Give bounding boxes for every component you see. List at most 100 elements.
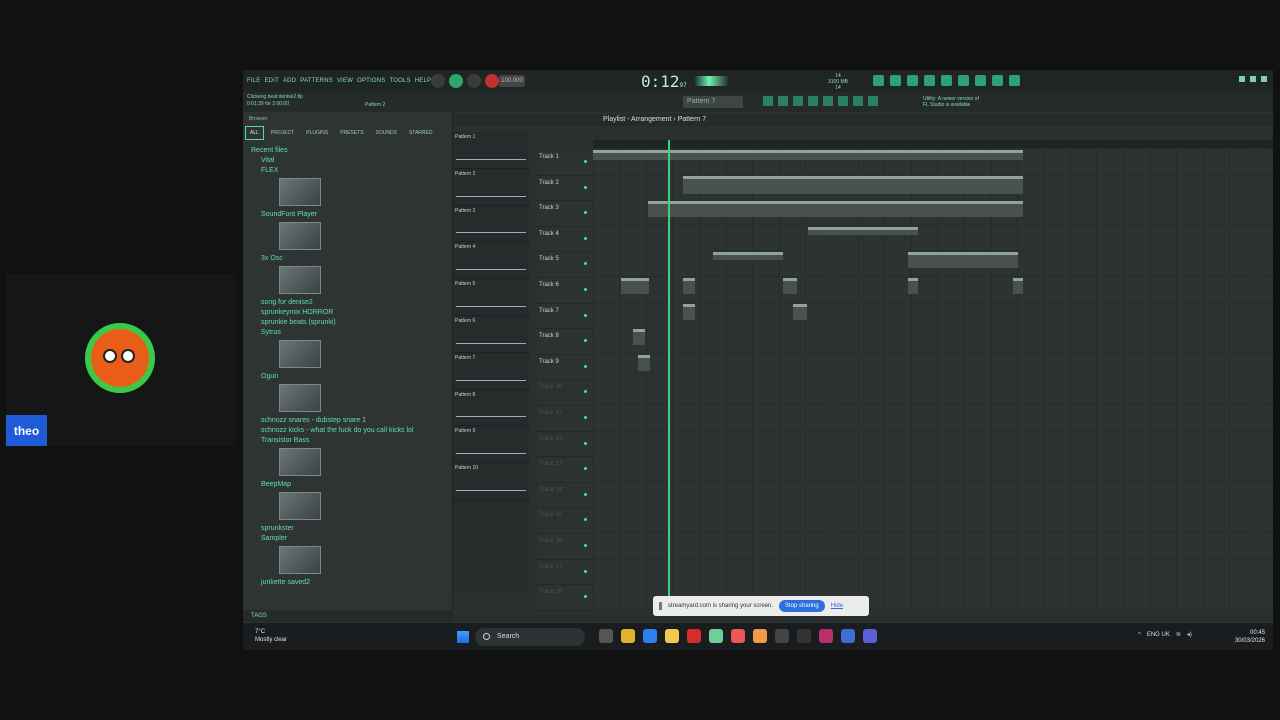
- menu-item-help[interactable]: HELP: [415, 78, 431, 84]
- browser-item[interactable]: SoundFont Player: [251, 210, 446, 220]
- pattern-slot[interactable]: Pattern 6: [453, 316, 529, 353]
- notes-icon[interactable]: [841, 629, 855, 643]
- play-button[interactable]: [449, 74, 463, 88]
- minimize-icon[interactable]: [1239, 76, 1245, 82]
- pattern-slot[interactable]: Pattern 4: [453, 242, 529, 280]
- browser-item[interactable]: Transistor Bass: [251, 436, 446, 446]
- track-mute-dot[interactable]: [584, 236, 587, 240]
- channel-rack-icon[interactable]: [793, 96, 803, 106]
- taskbar-search[interactable]: Search: [475, 628, 585, 646]
- track-header[interactable]: Track 3: [537, 201, 593, 227]
- pattern-slot[interactable]: Pattern 9: [453, 426, 529, 464]
- track-header[interactable]: Track 5: [537, 252, 593, 278]
- track-mute-dot[interactable]: [584, 185, 587, 189]
- pattern-clip[interactable]: [638, 354, 650, 371]
- track-mute-dot[interactable]: [584, 492, 587, 496]
- pattern-clip[interactable]: [683, 278, 695, 294]
- playlist-icon[interactable]: [763, 96, 773, 106]
- menu-item-view[interactable]: VIEW: [337, 78, 353, 84]
- track-mute-dot[interactable]: [584, 364, 587, 368]
- playhead[interactable]: [668, 140, 670, 610]
- menu-item-options[interactable]: OPTIONS: [357, 78, 385, 84]
- help-icon[interactable]: [907, 75, 918, 86]
- browser-item[interactable]: Sytrus: [251, 328, 446, 338]
- pattern-clip[interactable]: [1013, 278, 1023, 294]
- track-mute-dot[interactable]: [584, 415, 587, 419]
- mic-icon[interactable]: [924, 75, 935, 86]
- browser-item[interactable]: sprunkster: [251, 524, 446, 534]
- pattern-clip[interactable]: [908, 252, 1018, 269]
- menu-item-tools[interactable]: TOOLS: [390, 78, 411, 84]
- browser-item[interactable]: schnozz kicks - what the fuck do you cal…: [251, 426, 446, 436]
- wifi-icon[interactable]: ≋: [1176, 631, 1181, 638]
- tools-icon[interactable]: [868, 96, 878, 106]
- lang-indicator[interactable]: ENG UK: [1147, 632, 1170, 638]
- save-icon[interactable]: [958, 75, 969, 86]
- tempo-display[interactable]: 100.000: [499, 75, 525, 87]
- pattern-selector[interactable]: Pattern 7: [683, 96, 743, 108]
- track-header[interactable]: Track 6: [537, 278, 593, 304]
- fl-studio-icon[interactable]: [709, 629, 723, 643]
- track-header[interactable]: Track 13: [537, 457, 593, 483]
- browser-item[interactable]: Recent files: [251, 146, 446, 156]
- track-header[interactable]: Track 14: [537, 483, 593, 509]
- edge-icon[interactable]: [643, 629, 657, 643]
- menu-item-edit[interactable]: EDIT: [264, 78, 278, 84]
- browser-tab-starred[interactable]: STARRED: [404, 126, 438, 140]
- track-mute-dot[interactable]: [584, 211, 587, 215]
- stop-button[interactable]: [467, 74, 481, 88]
- track-mute-dot[interactable]: [584, 441, 587, 445]
- taskbar-clock[interactable]: 00:45 30/03/2026: [1225, 629, 1265, 645]
- track-mute-dot[interactable]: [584, 262, 587, 266]
- record-button[interactable]: [485, 74, 499, 88]
- info-icon[interactable]: [941, 75, 952, 86]
- file-explorer-icon[interactable]: [665, 629, 679, 643]
- browser-item[interactable]: schnozz snares - dubstep snare 1: [251, 416, 446, 426]
- timeline-ruler[interactable]: [593, 140, 1273, 148]
- browser-tab-project[interactable]: PROJECT: [266, 126, 299, 140]
- pattern-slot[interactable]: Pattern 2: [453, 169, 529, 206]
- pattern-song-toggle[interactable]: [431, 74, 445, 88]
- track-header[interactable]: Track 2: [537, 176, 593, 202]
- track-mute-dot[interactable]: [584, 595, 587, 599]
- mixer-view-icon[interactable]: [808, 96, 818, 106]
- browser-item[interactable]: Vital: [251, 156, 446, 166]
- arrangement-grid[interactable]: [593, 148, 1273, 610]
- close-icon[interactable]: [1261, 76, 1267, 82]
- track-mute-dot[interactable]: [584, 339, 587, 343]
- track-header[interactable]: Track 11: [537, 406, 593, 432]
- browser-tab-plugins[interactable]: PLUGINS: [301, 126, 333, 140]
- pattern-clip[interactable]: [593, 150, 1023, 160]
- track-header[interactable]: Track 12: [537, 432, 593, 458]
- task-view-icon[interactable]: [599, 629, 613, 643]
- browser-tab-all[interactable]: ALL: [245, 126, 264, 140]
- player-icon[interactable]: [775, 629, 789, 643]
- track-mute-dot[interactable]: [584, 543, 587, 547]
- plugin-picker-icon[interactable]: [823, 96, 833, 106]
- pattern-clip[interactable]: [683, 303, 695, 320]
- windows-start-icon[interactable]: [457, 631, 469, 643]
- track-mute-dot[interactable]: [584, 313, 587, 317]
- track-header[interactable]: Track 15: [537, 508, 593, 534]
- volume-icon[interactable]: ◂): [1187, 631, 1192, 638]
- metronome-icon[interactable]: [873, 75, 884, 86]
- pattern-slot[interactable]: Pattern 5: [453, 279, 529, 316]
- weather-widget[interactable]: 7°C Mostly clear: [255, 628, 287, 644]
- browser-item[interactable]: sprunkeymix HORROR: [251, 308, 446, 318]
- streaming-app-icon[interactable]: [731, 629, 745, 643]
- pattern-slot[interactable]: Pattern 1: [453, 132, 529, 169]
- mixer-icon[interactable]: [975, 75, 986, 86]
- menu-item-file[interactable]: FILE: [247, 78, 260, 84]
- pattern-clip[interactable]: [683, 175, 1023, 194]
- track-mute-dot[interactable]: [584, 518, 587, 522]
- pattern-clip[interactable]: [713, 252, 783, 261]
- pattern-clip[interactable]: [793, 303, 807, 320]
- browser-tab-sounds[interactable]: SOUNDS: [371, 126, 402, 140]
- track-mute-dot[interactable]: [584, 569, 587, 573]
- track-header[interactable]: Track 9: [537, 355, 593, 381]
- pattern-slot[interactable]: Pattern 7: [453, 353, 529, 390]
- track-mute-dot[interactable]: [584, 467, 587, 471]
- download-icon[interactable]: [1009, 75, 1020, 86]
- cut-icon[interactable]: [890, 75, 901, 86]
- track-header[interactable]: Track 7: [537, 304, 593, 330]
